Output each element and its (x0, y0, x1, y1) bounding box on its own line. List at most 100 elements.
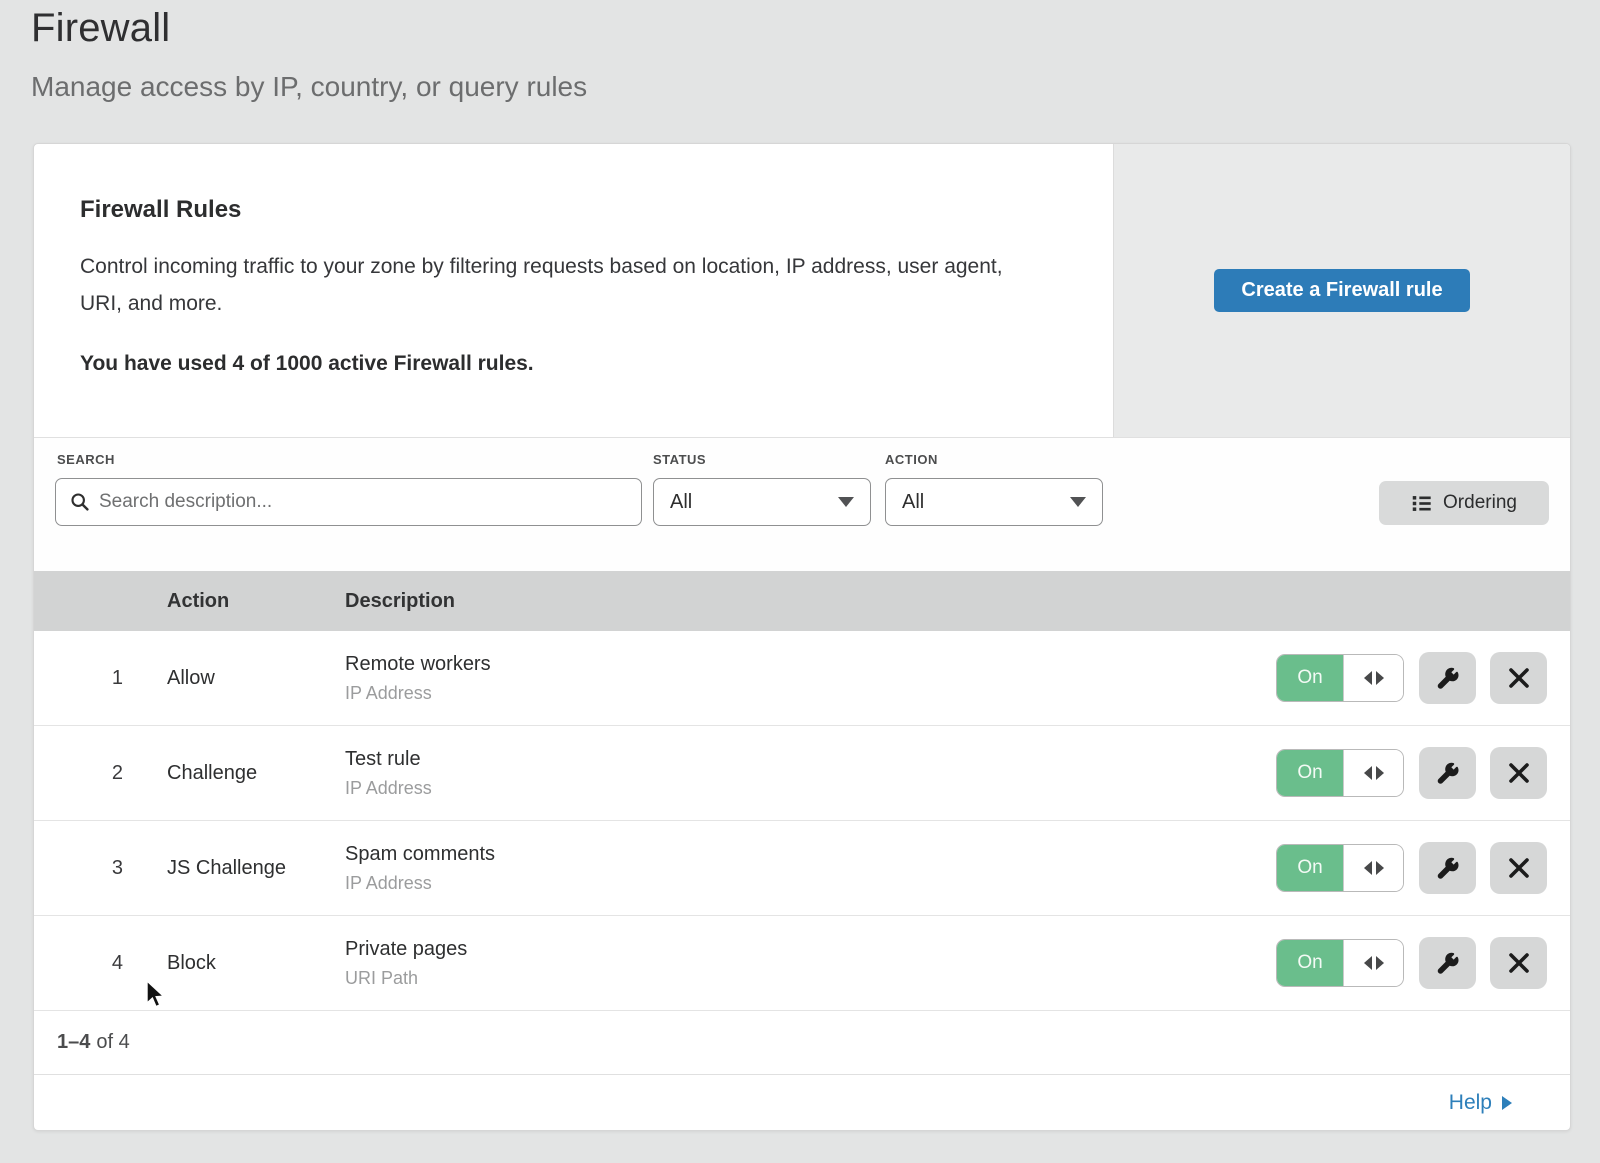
action-label: ACTION (885, 452, 938, 467)
intro-section: Firewall Rules Control incoming traffic … (34, 144, 1114, 437)
page-subtitle: Manage access by IP, country, or query r… (31, 71, 1600, 103)
rule-action: Block (167, 952, 345, 975)
close-icon (1508, 952, 1530, 974)
rule-description-cell: Test rule IP Address (345, 748, 1276, 799)
pagination: 1–4 of 4 (34, 1011, 1570, 1074)
help-link[interactable]: Help (1449, 1091, 1512, 1115)
delete-rule-button[interactable] (1490, 652, 1547, 704)
rule-description-cell: Private pages URI Path (345, 938, 1276, 989)
rule-priority: 3 (34, 857, 167, 880)
close-icon (1508, 667, 1530, 689)
rule-controls: On (1276, 937, 1570, 989)
edit-rule-button[interactable] (1419, 937, 1476, 989)
table-row: 4 Block Private pages URI Path On (34, 916, 1570, 1011)
rule-action: JS Challenge (167, 857, 345, 880)
toggle-on-segment[interactable]: On (1277, 940, 1343, 986)
ordering-button[interactable]: Ordering (1379, 481, 1549, 525)
chevron-down-icon (838, 497, 854, 507)
page-header: Firewall Manage access by IP, country, o… (0, 0, 1600, 103)
search-label: SEARCH (57, 452, 115, 467)
column-description: Description (345, 590, 1276, 613)
card-footer: Help (34, 1074, 1570, 1130)
rule-match-type: IP Address (345, 873, 1276, 894)
toggle-drag-handle[interactable] (1343, 845, 1403, 891)
page-title: Firewall (31, 6, 1600, 51)
wrench-icon (1435, 856, 1460, 881)
delete-rule-button[interactable] (1490, 747, 1547, 799)
rule-priority: 4 (34, 952, 167, 975)
wrench-icon (1435, 951, 1460, 976)
delete-rule-button[interactable] (1490, 842, 1547, 894)
rule-description-cell: Spam comments IP Address (345, 843, 1276, 894)
column-action: Action (167, 590, 345, 613)
rule-match-type: URI Path (345, 968, 1276, 989)
rule-description: Spam comments (345, 843, 1276, 866)
arrow-right-icon (1376, 766, 1384, 780)
action-select[interactable]: All (885, 478, 1103, 526)
rule-action: Challenge (167, 762, 345, 785)
toggle-drag-handle[interactable] (1343, 940, 1403, 986)
status-select[interactable]: All (653, 478, 871, 526)
rule-controls: On (1276, 652, 1570, 704)
rule-description: Remote workers (345, 653, 1276, 676)
arrow-right-icon (1376, 671, 1384, 685)
rule-toggle[interactable]: On (1276, 844, 1404, 892)
rule-toggle[interactable]: On (1276, 749, 1404, 797)
status-label: STATUS (653, 452, 706, 467)
toggle-drag-handle[interactable] (1343, 655, 1403, 701)
list-icon (1411, 493, 1432, 514)
rule-match-type: IP Address (345, 778, 1276, 799)
search-box[interactable] (55, 478, 642, 526)
rule-controls: On (1276, 842, 1570, 894)
delete-rule-button[interactable] (1490, 937, 1547, 989)
table-header: Action Description (34, 571, 1570, 631)
rule-match-type: IP Address (345, 683, 1276, 704)
rule-priority: 2 (34, 762, 167, 785)
table-row: 1 Allow Remote workers IP Address On (34, 631, 1570, 726)
search-icon (70, 492, 90, 512)
create-rule-panel: Create a Firewall rule (1114, 144, 1570, 437)
firewall-rules-card: Firewall Rules Control incoming traffic … (33, 143, 1571, 1131)
status-select-value: All (670, 491, 692, 514)
rule-toggle[interactable]: On (1276, 939, 1404, 987)
rule-toggle[interactable]: On (1276, 654, 1404, 702)
search-input[interactable] (99, 491, 627, 513)
chevron-down-icon (1070, 497, 1086, 507)
card-top-section: Firewall Rules Control incoming traffic … (34, 144, 1570, 438)
edit-rule-button[interactable] (1419, 747, 1476, 799)
arrow-left-icon (1364, 671, 1372, 685)
toggle-on-segment[interactable]: On (1277, 750, 1343, 796)
firewall-page: Firewall Manage access by IP, country, o… (0, 0, 1600, 1163)
rule-priority: 1 (34, 667, 167, 690)
toggle-on-segment[interactable]: On (1277, 845, 1343, 891)
pagination-range: 1–4 (57, 1031, 90, 1054)
filters-bar: SEARCH STATUS All ACTION All (34, 438, 1570, 571)
rule-description-cell: Remote workers IP Address (345, 653, 1276, 704)
create-firewall-rule-button[interactable]: Create a Firewall rule (1214, 269, 1469, 312)
arrow-left-icon (1364, 956, 1372, 970)
arrow-left-icon (1364, 766, 1372, 780)
rule-action: Allow (167, 667, 345, 690)
ordering-button-label: Ordering (1443, 492, 1517, 514)
wrench-icon (1435, 666, 1460, 691)
toggle-drag-handle[interactable] (1343, 750, 1403, 796)
edit-rule-button[interactable] (1419, 652, 1476, 704)
arrow-right-icon (1376, 861, 1384, 875)
help-link-label: Help (1449, 1091, 1492, 1115)
table-row: 3 JS Challenge Spam comments IP Address … (34, 821, 1570, 916)
arrow-left-icon (1364, 861, 1372, 875)
arrow-right-icon (1502, 1096, 1512, 1110)
usage-summary: You have used 4 of 1000 active Firewall … (80, 352, 1043, 376)
wrench-icon (1435, 761, 1460, 786)
close-icon (1508, 857, 1530, 879)
table-row: 2 Challenge Test rule IP Address On (34, 726, 1570, 821)
close-icon (1508, 762, 1530, 784)
action-select-value: All (902, 491, 924, 514)
toggle-on-segment[interactable]: On (1277, 655, 1343, 701)
arrow-right-icon (1376, 956, 1384, 970)
rule-controls: On (1276, 747, 1570, 799)
rule-description: Test rule (345, 748, 1276, 771)
section-heading: Firewall Rules (80, 196, 1043, 224)
pagination-total: of 4 (96, 1031, 129, 1054)
edit-rule-button[interactable] (1419, 842, 1476, 894)
